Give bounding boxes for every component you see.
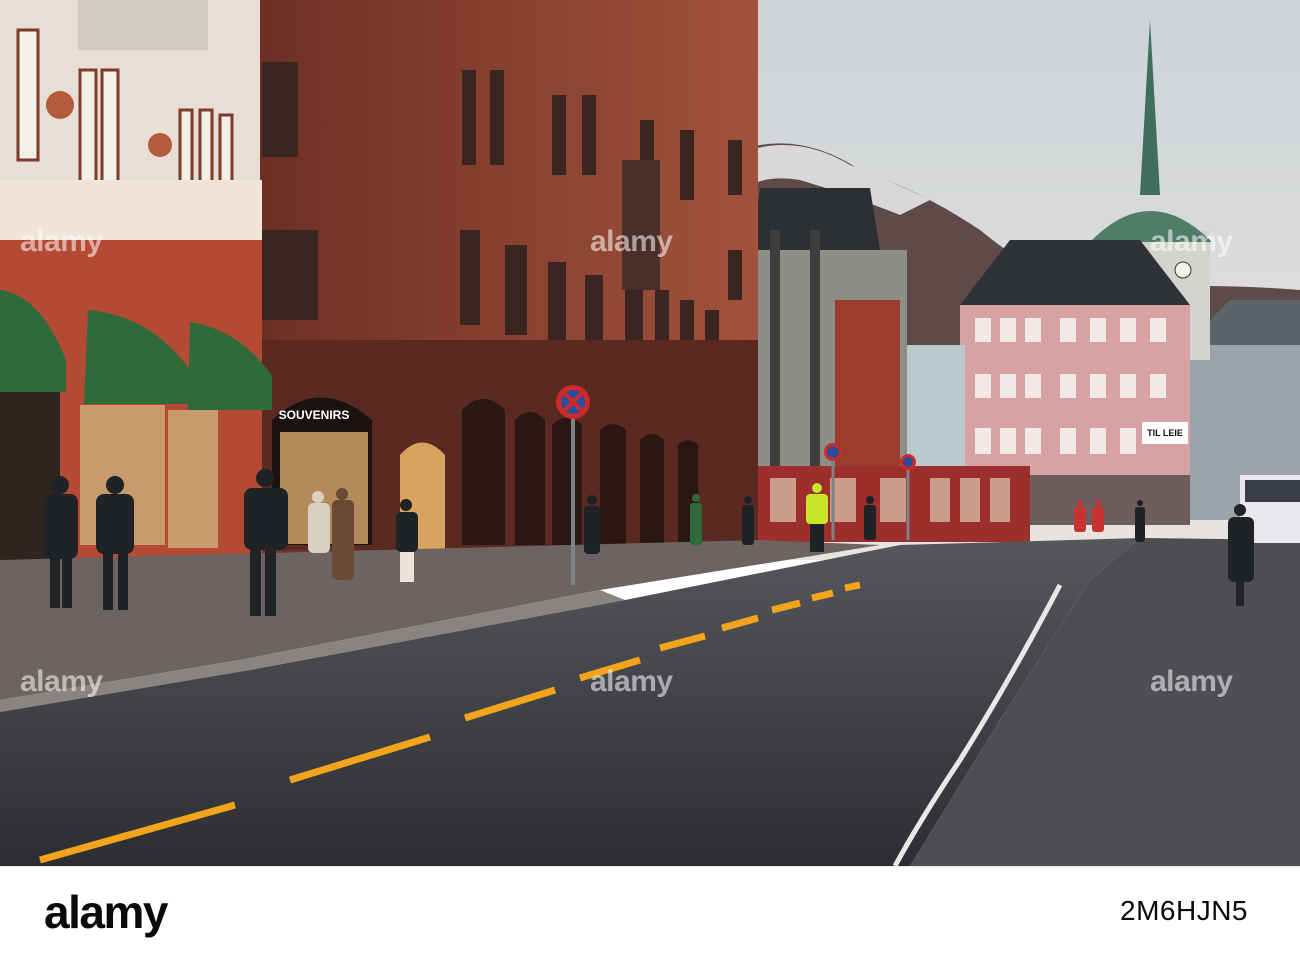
watermark: alamy <box>20 665 103 698</box>
medallion-1 <box>46 91 74 119</box>
watermark: alamy <box>20 225 103 258</box>
scaffold-mid <box>810 230 820 470</box>
stock-footer: alamy 2M6HJN5 <box>0 866 1300 957</box>
balcony <box>78 0 208 50</box>
watermark: alamy <box>1150 225 1233 258</box>
clock-icon <box>1174 261 1192 279</box>
watermark: alamy <box>1150 665 1233 698</box>
bus-window <box>1245 480 1300 502</box>
watermark: alamy <box>590 665 673 698</box>
pedestrian <box>332 488 354 580</box>
scaffold-left <box>770 230 780 470</box>
museum-red-facade <box>835 300 900 470</box>
watermark: alamy <box>590 225 673 258</box>
souvenirs-sign: SOUVENIRS <box>279 408 350 422</box>
stock-image-id: 2M6HJN5 <box>1120 895 1248 926</box>
street-photo: TIL LEIE SOUVENIRS alamy alamy alamy ala… <box>0 0 1300 866</box>
medallion-2 <box>148 133 172 157</box>
alamy-logo[interactable]: alamy <box>44 885 168 939</box>
til-leie-sign: TIL LEIE <box>1147 428 1183 438</box>
